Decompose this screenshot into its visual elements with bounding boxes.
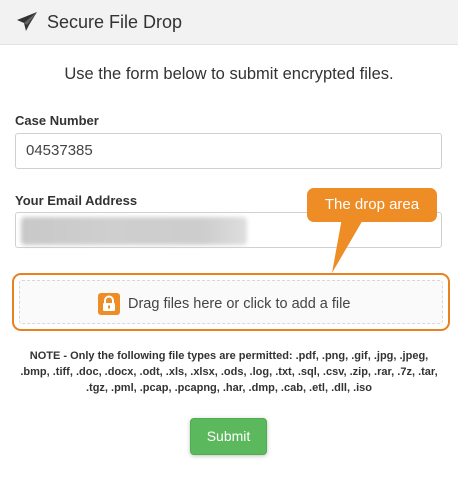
- file-types-note: NOTE - Only the following file types are…: [20, 350, 438, 394]
- submit-button[interactable]: Submit: [190, 418, 267, 455]
- email-label: Your Email Address: [15, 193, 138, 208]
- drop-area-text: Drag files here or click to add a file: [128, 296, 351, 312]
- redacted-email: [21, 217, 247, 245]
- paper-plane-icon: [17, 12, 37, 31]
- case-number-input[interactable]: 04537385: [15, 133, 442, 169]
- file-drop-area[interactable]: Drag files here or click to add a file: [12, 273, 450, 331]
- case-number-label: Case Number: [15, 113, 99, 128]
- callout-pointer: [332, 218, 364, 273]
- lock-icon: [98, 293, 120, 315]
- app-header: Secure File Drop: [0, 0, 458, 45]
- drop-area-callout: The drop area: [307, 188, 437, 222]
- form-intro: Use the form below to submit encrypted f…: [64, 65, 394, 83]
- page-title: Secure File Drop: [47, 12, 183, 32]
